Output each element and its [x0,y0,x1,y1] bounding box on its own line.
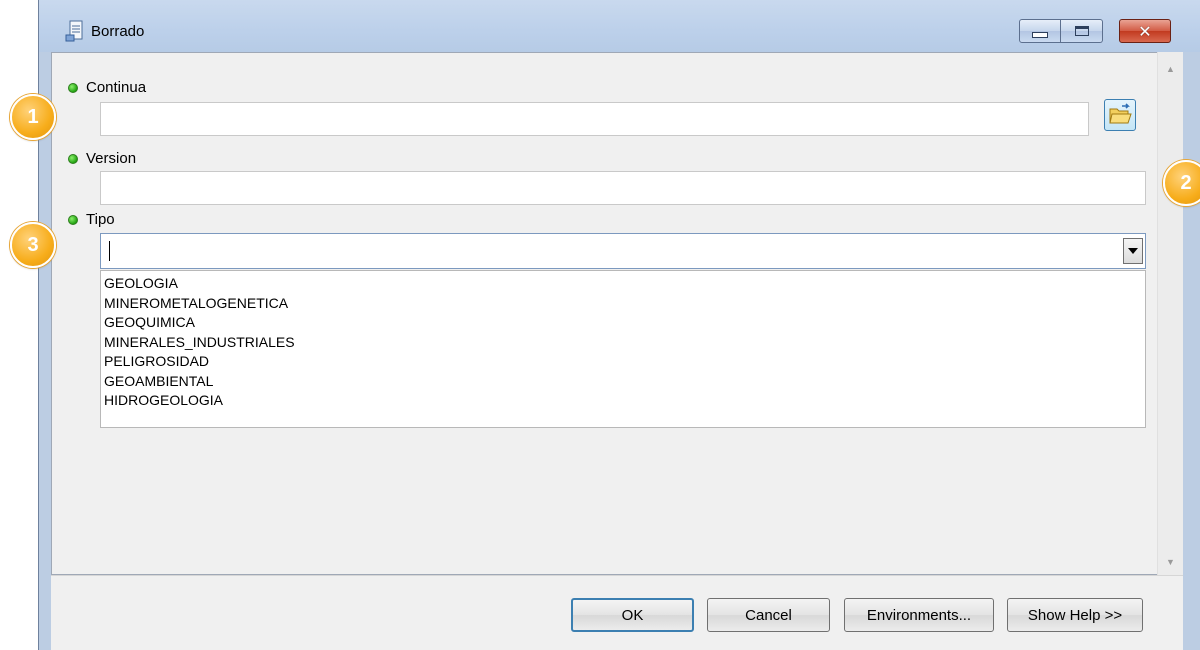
parameters-panel: Continua Version Tipo GEOLOGIA MINEROMET… [51,52,1157,575]
open-folder-icon [1109,103,1132,124]
dropdown-option[interactable]: PELIGROSIDAD [104,352,1145,372]
dropdown-option[interactable]: GEOAMBIENTAL [104,372,1145,392]
version-input[interactable] [100,171,1146,205]
param-label-tipo: Tipo [68,211,115,228]
dropdown-arrow-button[interactable] [1123,238,1143,264]
title-bar[interactable]: Borrado ✕ [39,0,1200,52]
close-button[interactable]: ✕ [1119,19,1171,43]
tipo-dropdown-list: GEOLOGIA MINEROMETALOGENETICA GEOQUIMICA… [100,270,1146,428]
environments-button[interactable]: Environments... [844,598,994,632]
script-tool-icon [65,20,83,42]
dropdown-option[interactable]: MINEROMETALOGENETICA [104,294,1145,314]
param-label-continua: Continua [68,79,146,96]
cancel-button[interactable]: Cancel [707,598,830,632]
param-label-version: Version [68,150,136,167]
required-dot-icon [68,215,78,225]
show-help-button[interactable]: Show Help >> [1007,598,1143,632]
tipo-combobox[interactable] [100,233,1146,269]
dropdown-option[interactable]: GEOLOGIA [104,274,1145,294]
param-label-text: Tipo [86,211,115,228]
required-dot-icon [68,154,78,164]
tool-dialog-window: Borrado ✕ Continua Version Tipo GEOLOGIA… [38,0,1200,650]
maximize-button[interactable] [1061,19,1103,43]
minimize-button[interactable] [1019,19,1061,43]
maximize-icon [1074,26,1089,36]
window-title: Borrado [91,23,145,40]
dropdown-option[interactable]: MINERALES_INDUSTRIALES [104,333,1145,353]
continua-input[interactable] [100,102,1089,136]
close-icon: ✕ [1138,21,1152,41]
callout-badge-1: 1 [10,94,56,140]
browse-button[interactable] [1104,99,1136,131]
button-bar: OK Cancel Environments... Show Help >> [51,575,1183,650]
param-label-text: Version [86,150,137,167]
dropdown-option[interactable]: HIDROGEOLOGIA [104,391,1145,411]
ok-button[interactable]: OK [571,598,694,632]
param-label-text: Continua [86,79,147,96]
chevron-down-icon [1128,248,1138,254]
scroll-up-icon[interactable]: ▲ [1166,64,1175,74]
scroll-down-icon[interactable]: ▼ [1166,557,1175,567]
required-dot-icon [68,83,78,93]
minimize-icon [1032,32,1048,38]
vertical-scrollbar[interactable]: ▲ ▼ [1157,52,1183,575]
text-caret [109,241,110,261]
dropdown-option[interactable]: GEOQUIMICA [104,313,1145,333]
callout-badge-3: 3 [10,222,56,268]
